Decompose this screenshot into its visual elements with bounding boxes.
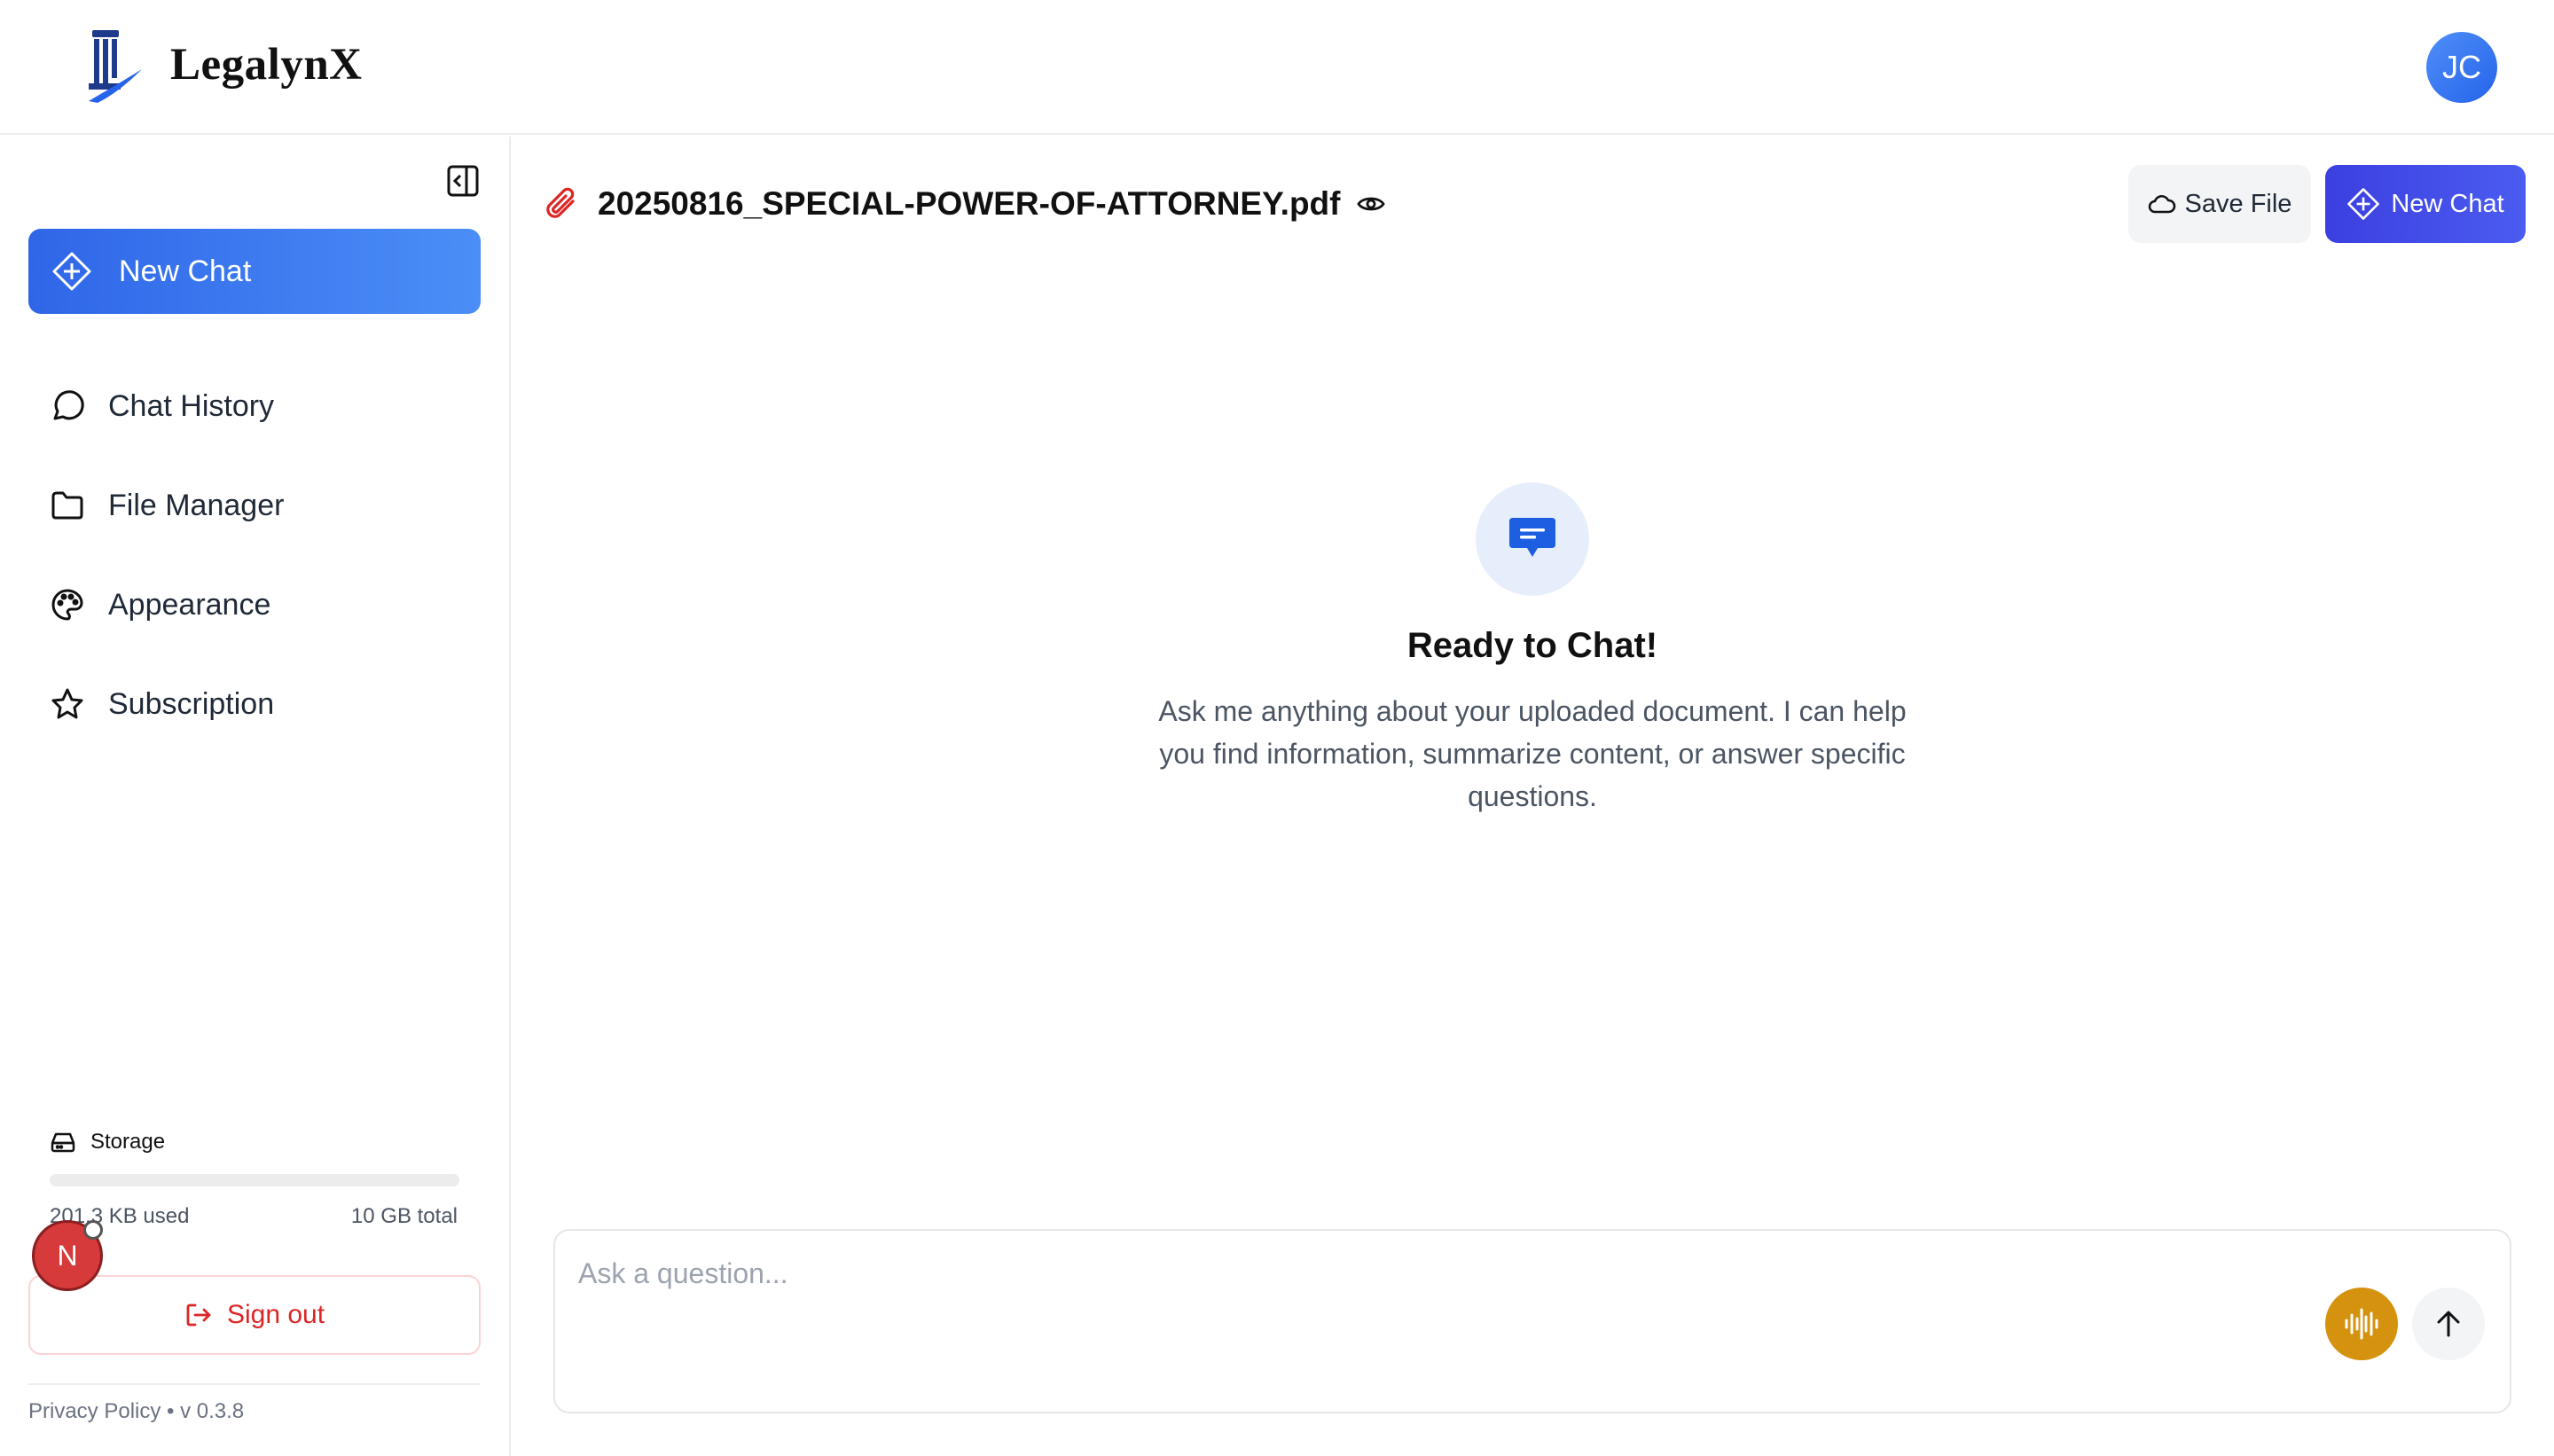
message-circle-icon xyxy=(53,390,84,420)
chat-bubble-icon xyxy=(1509,518,1555,557)
footer-text[interactable]: Privacy Policy • v 0.3.8 xyxy=(28,1399,244,1424)
brand-name: LegalynX xyxy=(170,40,363,90)
storage-progress-bar xyxy=(50,1174,459,1186)
send-button[interactable] xyxy=(2412,1288,2485,1360)
paperclip-icon xyxy=(546,187,575,218)
star-icon xyxy=(51,688,83,719)
storage-label: Storage xyxy=(90,1130,166,1154)
voice-input-button[interactable] xyxy=(2325,1288,2398,1360)
empty-state-description: Ask me anything about your uploaded docu… xyxy=(1158,695,1907,812)
sidebar-item-chat-history[interactable]: Chat History xyxy=(28,371,481,442)
save-file-label: Save File xyxy=(2184,189,2292,218)
hard-drive-icon xyxy=(51,1132,75,1153)
storage-header: Storage xyxy=(50,1130,165,1155)
sidebar-divider xyxy=(28,1383,481,1385)
file-name: 20250816_SPECIAL-POWER-OF-ATTORNEY.pdf xyxy=(598,185,1341,222)
sign-out-button[interactable]: Sign out xyxy=(28,1275,481,1355)
sidebar-item-label: Chat History xyxy=(108,388,275,423)
logo-icon xyxy=(89,30,142,103)
new-chat-button[interactable]: New Chat xyxy=(2325,165,2526,243)
top-header: LegalynX JC xyxy=(0,0,2554,135)
collapse-sidebar-icon[interactable] xyxy=(445,163,481,199)
empty-state-title: Ready to Chat! xyxy=(1406,626,1658,665)
new-chat-label: New Chat xyxy=(2391,189,2504,218)
sidebar-item-label: Subscription xyxy=(108,686,275,721)
sidebar-item-subscription[interactable]: Subscription xyxy=(28,669,481,740)
plus-circle-icon xyxy=(52,252,91,291)
question-input[interactable] xyxy=(578,1249,2352,1298)
sidebar-item-file-manager[interactable]: File Manager xyxy=(28,470,481,541)
eye-icon[interactable] xyxy=(1356,189,1386,219)
save-file-button[interactable]: Save File xyxy=(2128,165,2311,243)
sidebar-item-appearance[interactable]: Appearance xyxy=(28,569,481,640)
file-title-row: 20250816_SPECIAL-POWER-OF-ATTORNEY.pdf xyxy=(543,177,1386,231)
question-input-box xyxy=(553,1229,2511,1413)
audio-waveform-icon xyxy=(2345,1308,2378,1340)
sidebar-item-label: Appearance xyxy=(108,587,271,622)
chat-bubble-badge xyxy=(1476,482,1589,596)
palette-icon xyxy=(51,589,83,621)
sign-out-label: Sign out xyxy=(226,1300,325,1329)
sidebar-item-new-chat[interactable]: New Chat xyxy=(28,229,481,314)
sidebar-item-label: New Chat xyxy=(119,254,252,288)
cloud-icon xyxy=(2148,195,2175,214)
arrow-up-icon xyxy=(2437,1311,2460,1337)
folder-icon xyxy=(51,491,83,520)
storage-total-text: 10 GB total xyxy=(350,1204,458,1228)
log-out-icon xyxy=(186,1303,211,1327)
sidebar-item-label: File Manager xyxy=(108,488,285,522)
user-avatar[interactable]: JC xyxy=(2426,32,2497,103)
plus-circle-icon xyxy=(2347,188,2380,220)
dev-indicator-dot xyxy=(83,1220,103,1240)
